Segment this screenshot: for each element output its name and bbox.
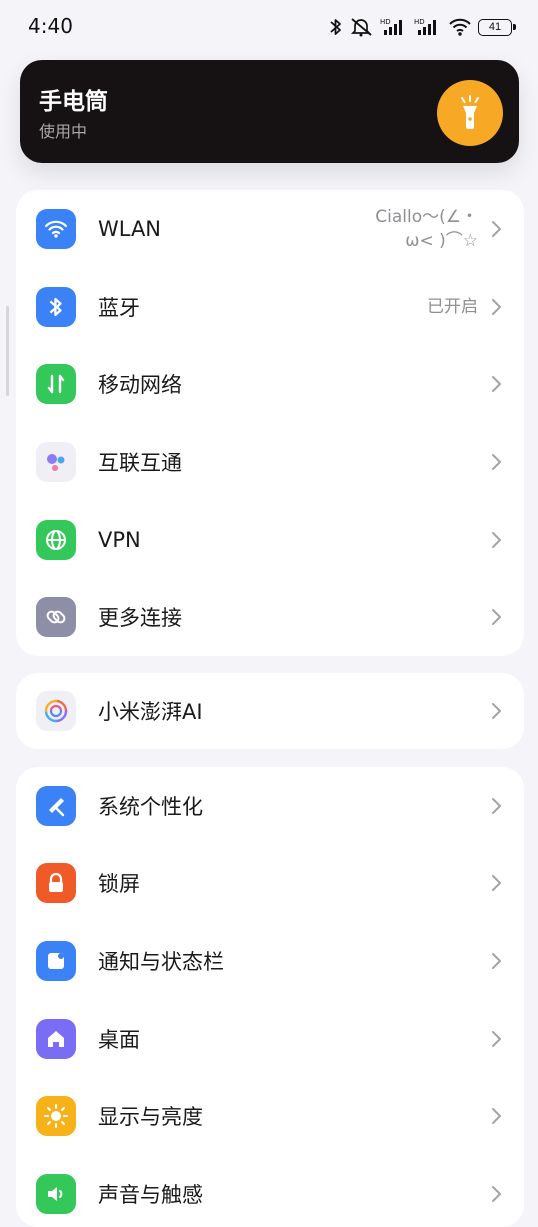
row-label: 小米澎湃AI [98,700,203,724]
row-label: 声音与触感 [98,1182,203,1207]
row-label: VPN [98,527,141,552]
flashlight-title: 手电筒 [39,89,108,115]
wifi-icon [36,208,76,249]
settings-row-lock-screen[interactable]: 锁屏 [16,845,524,923]
row-label: WLAN [98,216,162,241]
chevron-right-icon [492,453,501,470]
battery-level: 41 [488,20,502,33]
notification-icon [36,940,76,981]
hd-signal-icon: HD [414,18,436,35]
chevron-right-icon [492,531,501,548]
globe-icon [36,519,76,560]
chevron-right-icon [492,376,501,393]
chevron-right-icon [492,952,501,969]
wifi-icon [449,18,471,36]
bluetooth-icon [330,19,341,35]
row-label: 显示与亮度 [98,1105,203,1130]
personalization-group: 系统个性化 锁屏 通知与状态栏 桌面 显示与亮度 声音与触感 [16,767,524,1227]
row-label: 桌面 [98,1027,140,1052]
sun-icon [36,1096,76,1137]
row-label: 移动网络 [98,373,182,398]
row-label: 通知与状态栏 [98,949,224,974]
row-label: 蓝牙 [98,295,140,320]
row-label: 互联互通 [98,450,182,475]
mobile-data-icon [36,364,76,405]
flashlight-card[interactable]: 手电筒 使用中 [20,60,519,163]
scroll-indicator[interactable] [6,306,9,396]
svg-text:HD: HD [380,18,391,26]
chevron-right-icon [492,298,501,315]
status-bar: 4:40 HD HD 41 [0,0,538,54]
status-icons: HD HD 41 [328,14,516,40]
settings-row-personalization[interactable]: 系统个性化 [16,767,524,845]
row-label: 锁屏 [98,872,140,897]
flashlight-toggle-button[interactable] [437,80,503,146]
speaker-icon [36,1173,76,1214]
settings-row-bluetooth[interactable]: 蓝牙 已开启 [16,268,524,346]
battery-icon: 41 [478,18,516,36]
settings-row-home-screen[interactable]: 桌面 [16,1000,524,1078]
flashlight-icon [461,95,479,129]
bluetooth-status: 已开启 [427,296,478,317]
wlan-network-name: Ciallo～(∠・ω< )⌒☆ [375,206,478,251]
lock-icon [36,863,76,904]
settings-row-vpn[interactable]: VPN [16,501,524,579]
svg-text:HD: HD [414,18,425,26]
chevron-right-icon [492,1030,501,1047]
row-label: 更多连接 [98,606,182,631]
settings-row-wlan[interactable]: WLAN Ciallo～(∠・ω< )⌒☆ [16,190,524,268]
chevron-right-icon [492,797,501,814]
status-time: 4:40 [28,14,73,38]
bluetooth-icon [36,286,76,327]
interconnect-icon [36,441,76,482]
hd-signal-icon: HD [380,18,402,35]
chevron-right-icon [492,609,501,626]
ai-group: 小米澎湃AI [16,673,524,749]
chevron-right-icon [492,220,501,237]
paint-brush-icon [36,785,76,826]
chevron-right-icon [492,875,501,892]
link-icon [36,597,76,638]
home-icon [36,1018,76,1059]
settings-row-hyperos-ai[interactable]: 小米澎湃AI [16,673,524,749]
settings-row-mobile-network[interactable]: 移动网络 [16,345,524,423]
hyperos-ai-icon [36,691,76,731]
chevron-right-icon [492,1108,501,1125]
connectivity-group: WLAN Ciallo～(∠・ω< )⌒☆ 蓝牙 已开启 移动网络 互联互通 V… [16,190,524,656]
settings-row-sound[interactable]: 声音与触感 [16,1155,524,1227]
settings-row-display[interactable]: 显示与亮度 [16,1077,524,1155]
chevron-right-icon [492,703,501,719]
row-label: 系统个性化 [98,794,203,819]
settings-row-notifications[interactable]: 通知与状态栏 [16,922,524,1000]
settings-row-interconnect[interactable]: 互联互通 [16,423,524,501]
mute-icon [350,18,372,37]
chevron-right-icon [492,1185,501,1202]
settings-row-more-connections[interactable]: 更多连接 [16,578,524,656]
flashlight-subtitle: 使用中 [39,122,88,141]
